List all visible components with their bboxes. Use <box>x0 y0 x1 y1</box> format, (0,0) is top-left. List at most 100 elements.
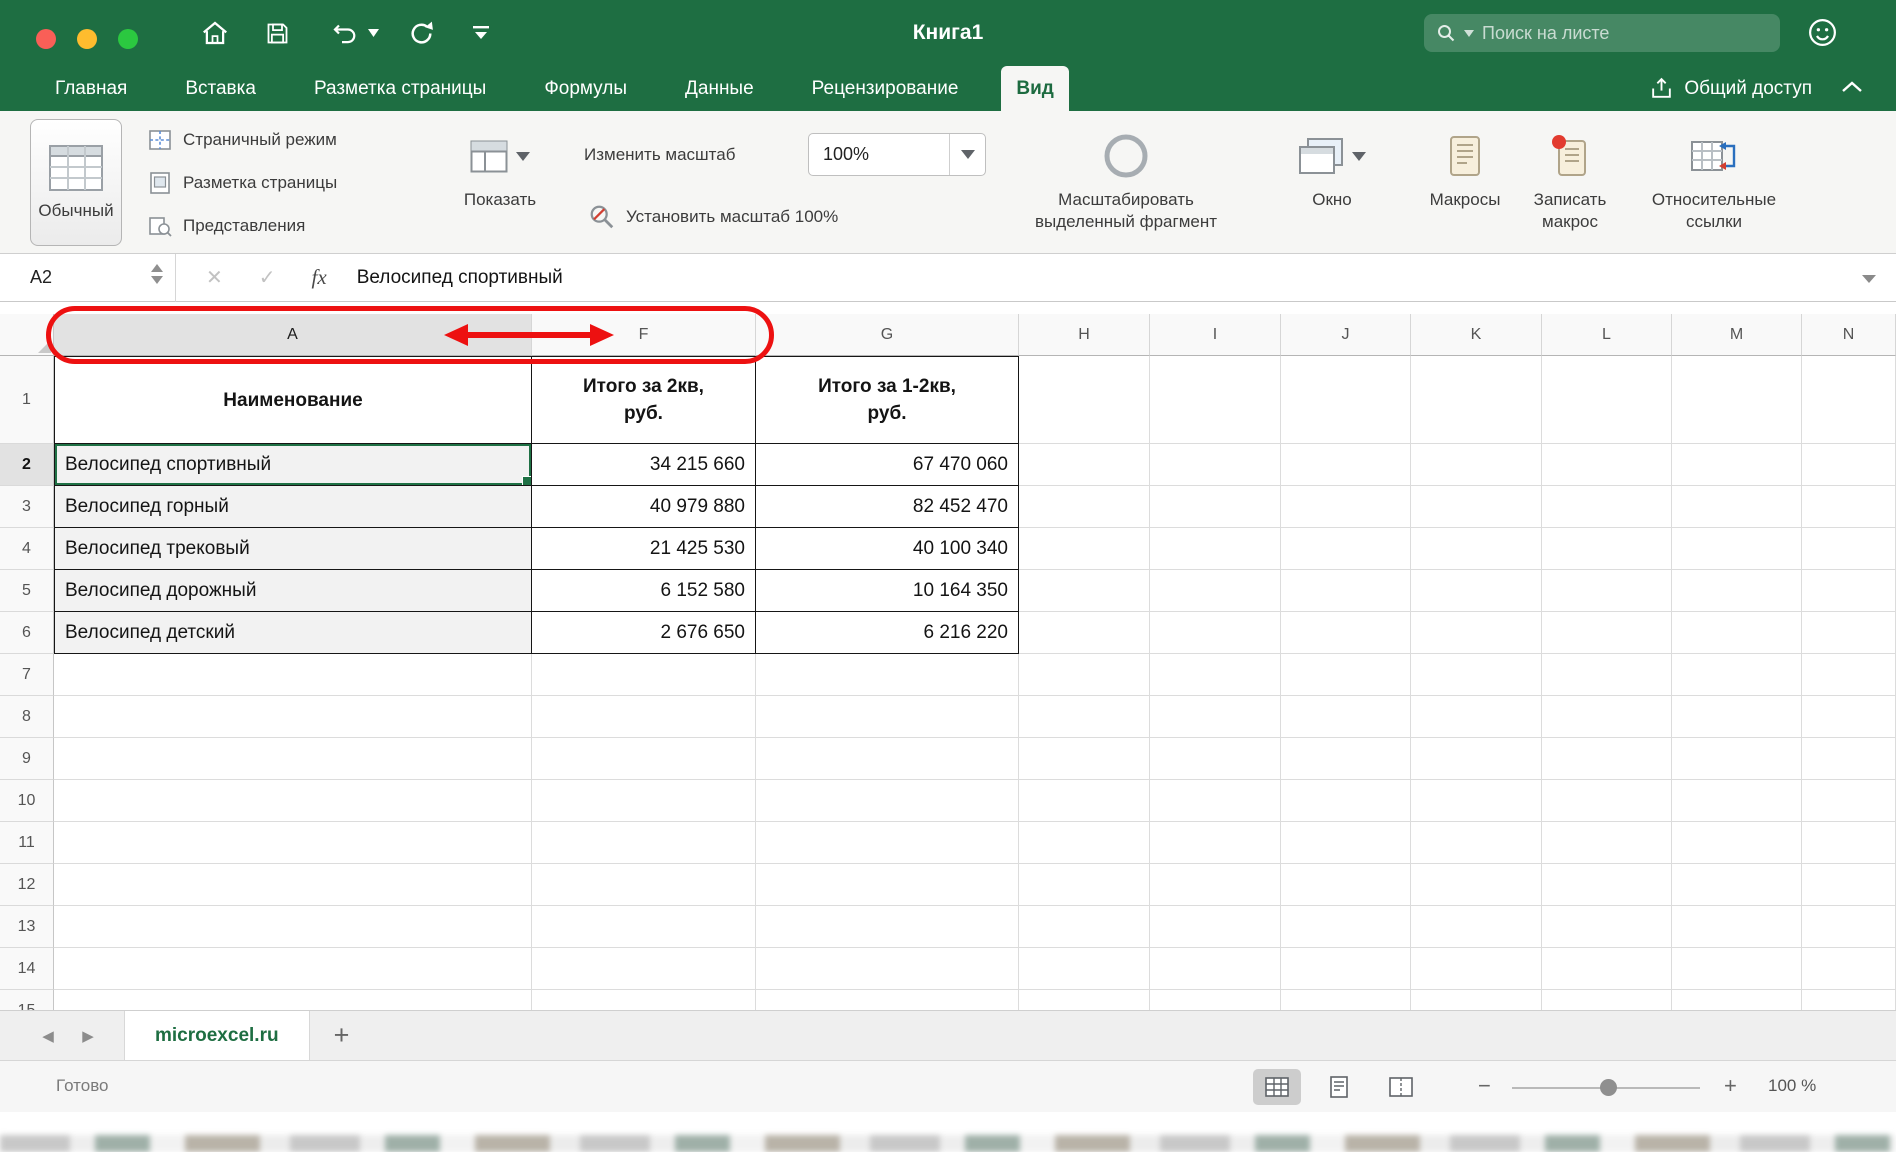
cell-M2[interactable] <box>1672 444 1802 486</box>
normal-view-button[interactable]: Обычный <box>30 119 122 246</box>
cell-N12[interactable] <box>1802 864 1896 906</box>
insert-function-icon[interactable]: fx <box>312 265 327 290</box>
cell-A3[interactable]: Велосипед горный <box>54 486 532 528</box>
confirm-entry-icon[interactable]: ✓ <box>259 265 276 290</box>
cell-N6[interactable] <box>1802 612 1896 654</box>
cell-H3[interactable] <box>1019 486 1150 528</box>
cell-N1[interactable] <box>1802 356 1896 444</box>
column-header-K[interactable]: K <box>1411 314 1542 356</box>
zoom-in-button[interactable]: + <box>1724 1073 1737 1099</box>
row-header-4[interactable]: 4 <box>0 528 54 570</box>
cell-F3[interactable]: 40 979 880 <box>532 486 756 528</box>
cell-F13[interactable] <box>532 906 756 948</box>
cell-G4[interactable]: 40 100 340 <box>756 528 1019 570</box>
cell-K11[interactable] <box>1411 822 1542 864</box>
row-header-10[interactable]: 10 <box>0 780 54 822</box>
cell-H2[interactable] <box>1019 444 1150 486</box>
cell-N15[interactable] <box>1802 990 1896 1010</box>
cell-G13[interactable] <box>756 906 1019 948</box>
ribbon-tab-7[interactable]: Вид <box>1001 66 1068 111</box>
cell-F15[interactable] <box>532 990 756 1010</box>
cell-F1[interactable]: Итого за 2кв, руб. <box>532 356 756 444</box>
cell-L2[interactable] <box>1542 444 1672 486</box>
search-scope-caret-icon[interactable] <box>1464 30 1474 37</box>
cell-N9[interactable] <box>1802 738 1896 780</box>
status-normal-view-button[interactable] <box>1253 1069 1301 1105</box>
row-header-15[interactable]: 15 <box>0 990 54 1010</box>
cell-N5[interactable] <box>1802 570 1896 612</box>
next-sheet-icon[interactable]: ▶ <box>68 1027 108 1045</box>
cell-M6[interactable] <box>1672 612 1802 654</box>
cell-F11[interactable] <box>532 822 756 864</box>
column-header-A[interactable]: A <box>54 314 532 356</box>
cell-H6[interactable] <box>1019 612 1150 654</box>
cell-K15[interactable] <box>1411 990 1542 1010</box>
cell-F6[interactable]: 2 676 650 <box>532 612 756 654</box>
cell-F7[interactable] <box>532 654 756 696</box>
cell-K12[interactable] <box>1411 864 1542 906</box>
record-macro-button[interactable]: Записать макрос <box>1518 123 1622 233</box>
cell-J7[interactable] <box>1281 654 1411 696</box>
column-header-H[interactable]: H <box>1019 314 1150 356</box>
cell-J4[interactable] <box>1281 528 1411 570</box>
status-page-break-view-button[interactable] <box>1377 1069 1425 1105</box>
cell-A7[interactable] <box>54 654 532 696</box>
cell-J5[interactable] <box>1281 570 1411 612</box>
cell-A11[interactable] <box>54 822 532 864</box>
zoom-out-button[interactable]: − <box>1478 1073 1491 1099</box>
cell-A14[interactable] <box>54 948 532 990</box>
cell-A12[interactable] <box>54 864 532 906</box>
cell-J13[interactable] <box>1281 906 1411 948</box>
cell-H8[interactable] <box>1019 696 1150 738</box>
cell-A13[interactable] <box>54 906 532 948</box>
share-button[interactable]: Общий доступ <box>1649 66 1812 111</box>
row-header-13[interactable]: 13 <box>0 906 54 948</box>
cell-M9[interactable] <box>1672 738 1802 780</box>
cell-L13[interactable] <box>1542 906 1672 948</box>
show-dropdown-icon[interactable] <box>516 152 530 161</box>
cell-M11[interactable] <box>1672 822 1802 864</box>
cell-F14[interactable] <box>532 948 756 990</box>
expand-formula-bar-icon[interactable] <box>1862 275 1876 283</box>
window-dropdown-icon[interactable] <box>1352 152 1366 161</box>
row-header-5[interactable]: 5 <box>0 570 54 612</box>
name-box[interactable]: A2 <box>0 254 176 302</box>
row-header-3[interactable]: 3 <box>0 486 54 528</box>
cell-N4[interactable] <box>1802 528 1896 570</box>
status-page-layout-view-button[interactable] <box>1315 1069 1363 1105</box>
page-layout-button[interactable]: Разметка страницы <box>148 168 337 198</box>
cell-K4[interactable] <box>1411 528 1542 570</box>
cell-G2[interactable]: 67 470 060 <box>756 444 1019 486</box>
cell-H7[interactable] <box>1019 654 1150 696</box>
cell-N13[interactable] <box>1802 906 1896 948</box>
cell-K6[interactable] <box>1411 612 1542 654</box>
cell-J8[interactable] <box>1281 696 1411 738</box>
column-header-N[interactable]: N <box>1802 314 1896 356</box>
cell-I13[interactable] <box>1150 906 1281 948</box>
ribbon-tab-6[interactable]: Рецензирование <box>797 66 974 111</box>
cell-I14[interactable] <box>1150 948 1281 990</box>
ribbon-tab-4[interactable]: Формулы <box>529 66 642 111</box>
cell-K9[interactable] <box>1411 738 1542 780</box>
column-header-J[interactable]: J <box>1281 314 1411 356</box>
cell-I2[interactable] <box>1150 444 1281 486</box>
cell-L8[interactable] <box>1542 696 1672 738</box>
cell-H14[interactable] <box>1019 948 1150 990</box>
cell-K5[interactable] <box>1411 570 1542 612</box>
row-header-7[interactable]: 7 <box>0 654 54 696</box>
cell-L9[interactable] <box>1542 738 1672 780</box>
cell-A15[interactable] <box>54 990 532 1010</box>
undo-dropdown-icon[interactable] <box>364 15 382 51</box>
cell-L10[interactable] <box>1542 780 1672 822</box>
cell-A6[interactable]: Велосипед детский <box>54 612 532 654</box>
cell-L11[interactable] <box>1542 822 1672 864</box>
ribbon-tab-1[interactable]: Главная <box>40 66 142 111</box>
cell-J15[interactable] <box>1281 990 1411 1010</box>
cell-M1[interactable] <box>1672 356 1802 444</box>
cell-M14[interactable] <box>1672 948 1802 990</box>
cell-H5[interactable] <box>1019 570 1150 612</box>
cell-G3[interactable]: 82 452 470 <box>756 486 1019 528</box>
cell-H9[interactable] <box>1019 738 1150 780</box>
cell-M4[interactable] <box>1672 528 1802 570</box>
cell-N14[interactable] <box>1802 948 1896 990</box>
